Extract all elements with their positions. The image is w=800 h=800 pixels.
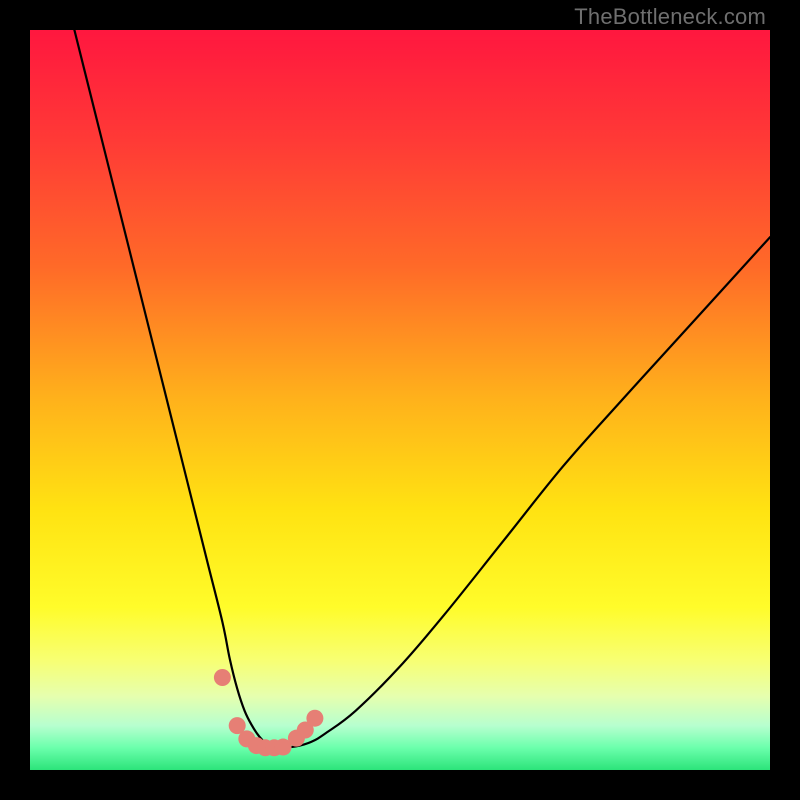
- marker-point: [306, 710, 323, 727]
- marker-point: [214, 669, 231, 686]
- plot-area: [30, 30, 770, 770]
- watermark-text: TheBottleneck.com: [574, 4, 766, 30]
- chart-svg: [30, 30, 770, 770]
- chart-frame: TheBottleneck.com: [0, 0, 800, 800]
- bottleneck-curve: [74, 30, 770, 748]
